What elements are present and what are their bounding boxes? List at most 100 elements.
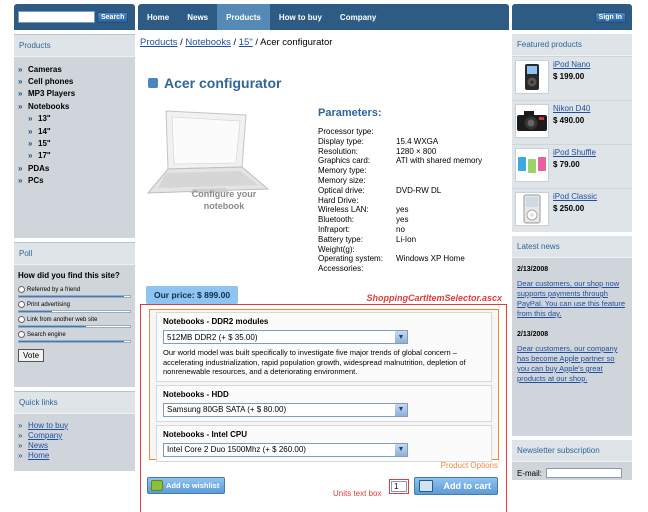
- add-to-cart-button[interactable]: Add to cart: [414, 477, 498, 495]
- nav-item-how-to-buy[interactable]: How to buy: [270, 4, 331, 30]
- nav-item-home[interactable]: Home: [138, 4, 178, 30]
- poll-option: Search engine: [18, 331, 131, 343]
- news-header: Latest news: [512, 236, 632, 258]
- featured-product-link[interactable]: iPod Nano: [553, 60, 590, 69]
- poll-option-row[interactable]: Print advertising: [18, 301, 131, 308]
- products-panel: Products » Cameras » Cell phones » MP3 Player…: [14, 34, 135, 238]
- price-pill: Our price: $ 899.00: [146, 286, 239, 304]
- signin-bar: Sign In: [512, 4, 632, 30]
- poll-result-bar: [18, 295, 131, 298]
- poll-radio[interactable]: [18, 301, 25, 308]
- wishlist-label: Add to wishlist: [166, 481, 220, 490]
- poll-option: Print advertising: [18, 301, 131, 313]
- poll-result-fill: [19, 341, 125, 342]
- category-label: PDAs: [28, 163, 50, 173]
- quick-link[interactable]: Home: [28, 451, 49, 460]
- poll-radio[interactable]: [18, 331, 25, 338]
- search-bar: Search: [14, 4, 135, 30]
- chevron-down-icon[interactable]: ▼: [395, 443, 407, 456]
- featured-product-price: $ 79.00: [553, 160, 580, 169]
- chevron-down-icon[interactable]: ▼: [395, 403, 407, 416]
- nav-item-news[interactable]: News: [178, 4, 217, 30]
- poll-option-row[interactable]: Link from another web site: [18, 316, 131, 323]
- email-label: E-mail:: [517, 468, 542, 478]
- poll-result-bar: [18, 310, 131, 313]
- category-item[interactable]: » Notebooks: [18, 100, 131, 112]
- double-chevron-icon: »: [18, 64, 23, 74]
- poll-panel: Poll How did you find this site? Referre…: [14, 242, 135, 387]
- double-chevron-icon: »: [18, 420, 23, 430]
- nav-item-products[interactable]: Products: [217, 4, 270, 30]
- category-item[interactable]: » PDAs: [18, 162, 131, 174]
- price-label: Our price:: [154, 290, 195, 300]
- double-chevron-icon: »: [18, 440, 23, 450]
- add-to-cart-label: Add to cart: [443, 481, 491, 491]
- featured-product-link[interactable]: iPod Shuffle: [553, 148, 596, 157]
- category-list: » Cameras » Cell phones » MP3 Players » Noteboo…: [18, 63, 131, 187]
- category-item[interactable]: » 17": [18, 150, 131, 162]
- email-field[interactable]: [545, 468, 622, 478]
- featured-list: iPod Nano $ 199.00 Nikon D40 $ 490.00 iPod S…: [512, 57, 632, 232]
- vote-button[interactable]: Vote: [18, 349, 45, 362]
- featured-info: iPod Classic $ 250.00: [553, 192, 597, 229]
- option-select[interactable]: Intel Core 2 Duo 1500Mhz (+ $ 260.00) ▼: [163, 442, 408, 457]
- double-chevron-icon: »: [18, 430, 23, 440]
- poll-radio[interactable]: [18, 286, 25, 293]
- poll-option-row[interactable]: Search engine: [18, 331, 131, 338]
- option-group: Notebooks - Intel CPU Intel Core 2 Duo 15…: [156, 424, 492, 462]
- news-panel: Latest news 2/13/2008 Dear customers, our…: [512, 236, 632, 436]
- poll-option-row[interactable]: Referred by a friend: [18, 286, 131, 293]
- chevron-down-icon[interactable]: ▼: [395, 331, 407, 343]
- top-navigation: Home News Products How to buy Company: [138, 4, 509, 30]
- nav-item-company[interactable]: Company: [331, 4, 385, 30]
- search-input[interactable]: [18, 11, 95, 23]
- ipod-nano-icon[interactable]: [515, 60, 549, 94]
- featured-product: iPod Nano $ 199.00: [512, 57, 632, 100]
- category-item[interactable]: » Cameras: [18, 63, 131, 75]
- add-to-wishlist-button[interactable]: Add to wishlist: [147, 477, 226, 494]
- category-item[interactable]: » 15": [18, 137, 131, 149]
- category-label: 13": [38, 114, 51, 124]
- double-chevron-icon: »: [18, 77, 23, 87]
- products-header: Products: [14, 35, 135, 57]
- featured-product-link[interactable]: iPod Classic: [553, 192, 597, 201]
- category-item[interactable]: » 13": [18, 113, 131, 125]
- double-chevron-icon: »: [18, 450, 23, 460]
- news-link[interactable]: Dear customers, our company has become A…: [512, 344, 632, 388]
- signin-button[interactable]: Sign In: [594, 11, 626, 23]
- price-value: $ 899.00: [197, 290, 231, 300]
- category-item[interactable]: » Cell phones: [18, 75, 131, 87]
- category-item[interactable]: » MP3 Players: [18, 88, 131, 100]
- ipod-shuffle-icon[interactable]: [515, 148, 549, 182]
- option-select[interactable]: 512MB DDR2 (+ $ 35.00) ▼: [163, 330, 408, 344]
- featured-product-price: $ 199.00: [553, 72, 585, 81]
- camera-icon[interactable]: [515, 104, 549, 138]
- quick-link[interactable]: How to buy: [28, 421, 68, 430]
- quick-link-item: » Home: [18, 450, 131, 460]
- news-date: 2/13/2008: [517, 331, 549, 338]
- units-annotation: Units text box: [333, 489, 382, 498]
- poll-radio[interactable]: [18, 316, 25, 323]
- featured-product: iPod Shuffle $ 79.00: [512, 145, 632, 188]
- category-item[interactable]: » PCs: [18, 175, 131, 187]
- units-input[interactable]: [391, 481, 407, 492]
- product-options: Notebooks - DDR2 modules 512MB DDR2 (+ $ …: [149, 309, 499, 462]
- search-button[interactable]: Search: [97, 11, 129, 23]
- ipod-classic-icon[interactable]: [515, 192, 549, 226]
- option-selected-value: Intel Core 2 Duo 1500Mhz (+ $ 260.00): [167, 445, 306, 454]
- quick-link-item: » News: [18, 440, 131, 450]
- quick-link[interactable]: Company: [28, 431, 62, 440]
- double-chevron-icon: »: [18, 176, 23, 186]
- featured-product-link[interactable]: Nikon D40: [553, 104, 590, 113]
- poll-result-fill: [19, 311, 53, 312]
- poll-option-label: Search engine: [27, 331, 66, 338]
- featured-product-price: $ 250.00: [553, 204, 585, 213]
- quick-link[interactable]: News: [28, 441, 48, 450]
- quick-links-panel: Quick links » How to buy » Company » News » Hom…: [14, 391, 135, 471]
- double-chevron-icon: »: [18, 101, 23, 111]
- poll-option: Referred by a friend: [18, 286, 131, 298]
- option-select[interactable]: Samsung 80GB SATA (+ $ 80.00) ▼: [163, 402, 408, 417]
- poll-option-label: Link from another web site: [27, 316, 98, 323]
- news-link[interactable]: Dear customers, our shop now supports pa…: [512, 279, 632, 323]
- category-item[interactable]: » 14": [18, 125, 131, 137]
